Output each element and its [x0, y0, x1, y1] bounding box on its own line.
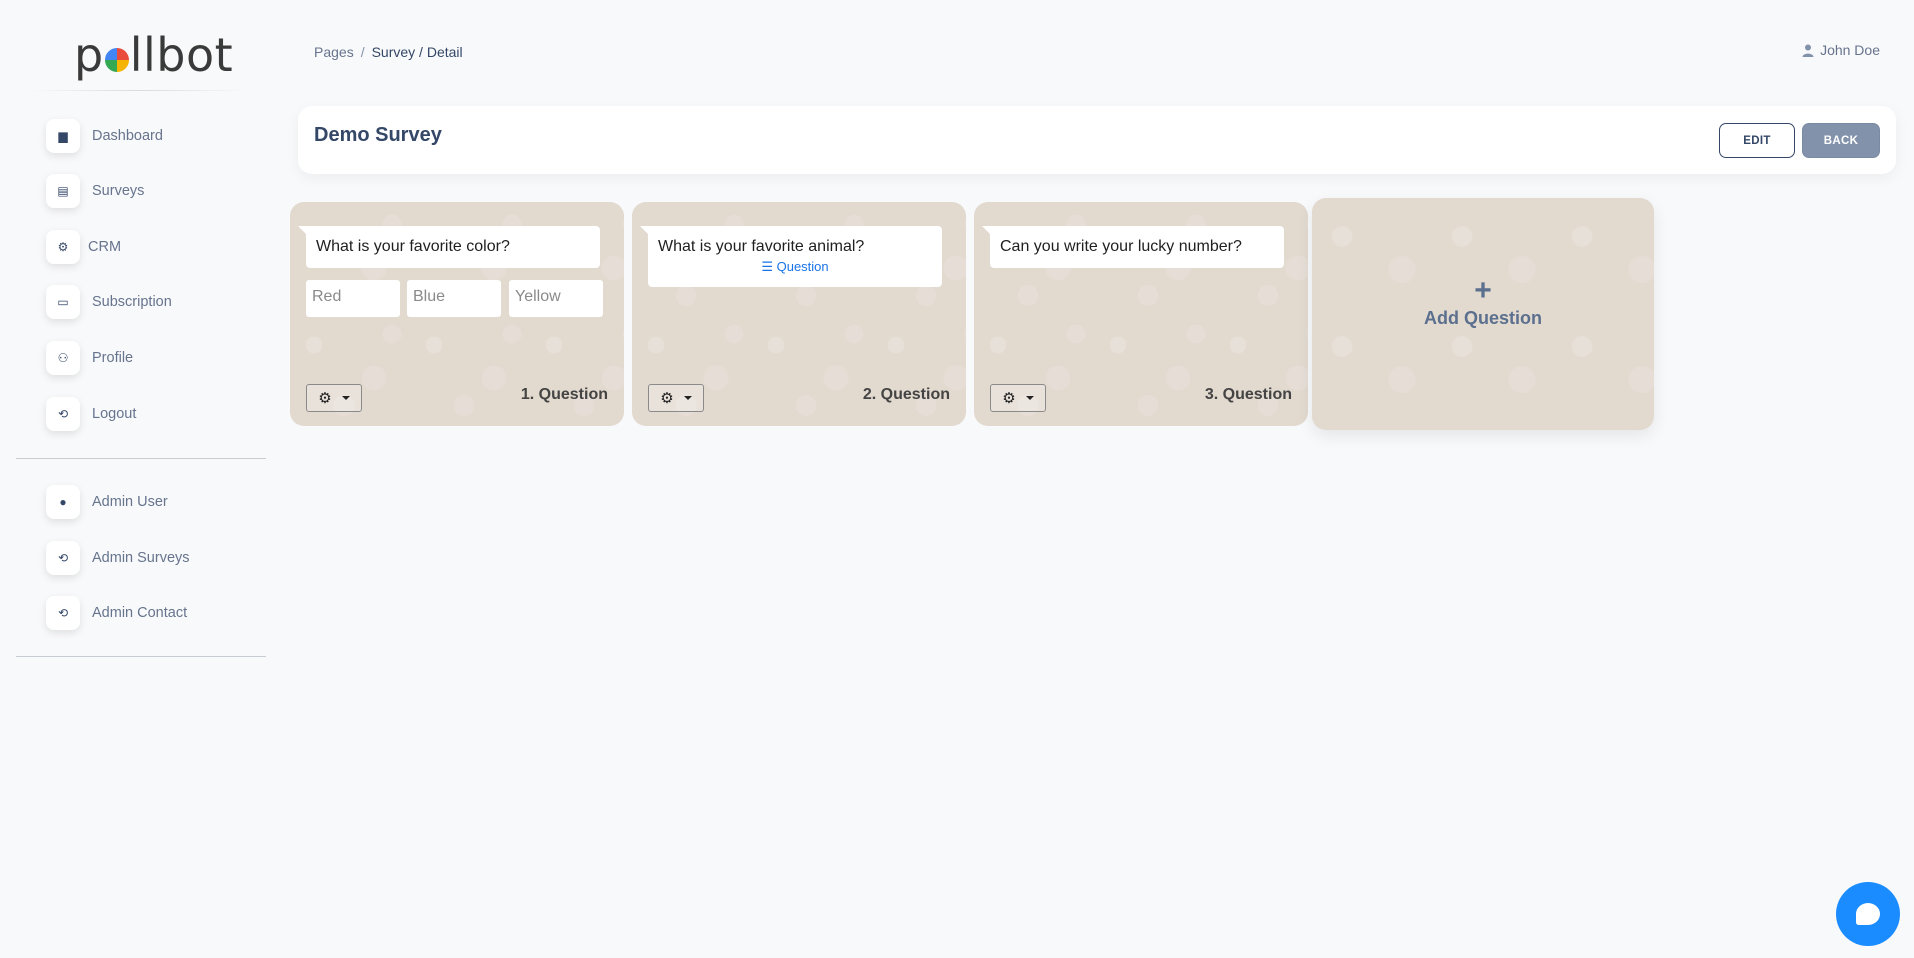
sidebar-item-label: Surveys	[92, 183, 145, 199]
caret-down-icon	[1025, 396, 1034, 400]
question-bubble: Can you write your lucky number?	[982, 226, 1284, 268]
chat-bubble-icon	[1856, 903, 1880, 925]
question-card[interactable]: Can you write your lucky number? ⚙ 3. Qu…	[974, 202, 1308, 426]
list-icon: ☰	[761, 259, 777, 274]
pollbot-logo[interactable]: p llbot	[74, 28, 234, 82]
user-settings-icon: ⚇	[46, 341, 80, 375]
back-button[interactable]: BACK	[1802, 123, 1880, 158]
question-type-link[interactable]: ☰ Question	[658, 259, 932, 275]
question-card[interactable]: What is your favorite animal? ☰ Question…	[632, 202, 966, 426]
question-text: What is your favorite color?	[316, 238, 510, 255]
survey-header-card: Demo Survey EDIT BACK	[298, 106, 1896, 174]
document-icon: ▤	[46, 174, 80, 208]
sidebar-item-label: Logout	[92, 406, 137, 422]
sidebar-item-label: Admin Surveys	[92, 550, 190, 566]
logo-text-start: p	[74, 28, 104, 82]
question-settings-dropdown[interactable]: ⚙	[306, 384, 362, 412]
sidebar-divider	[16, 656, 266, 657]
logout-icon: ⟲	[46, 541, 80, 575]
caret-down-icon	[683, 396, 692, 400]
user-icon	[1802, 44, 1814, 57]
sidebar-item-label: Admin Contact	[92, 605, 188, 621]
settings-icon: ⚙	[46, 230, 80, 264]
sidebar-item-label: Profile	[92, 350, 134, 366]
question-text: What is your favorite animal?	[658, 238, 865, 255]
question-number: 2. Question	[862, 386, 950, 403]
option-field[interactable]: Blue	[407, 280, 501, 317]
breadcrumb-current: Survey / Detail	[371, 44, 463, 60]
gear-icon: ⚙	[660, 390, 674, 407]
user-name: John Doe	[1820, 42, 1880, 58]
add-question-card[interactable]: + Add Question	[1312, 198, 1654, 430]
breadcrumb: Pages / Survey / Detail	[314, 44, 463, 60]
sidebar-item-label: Dashboard	[92, 128, 163, 144]
chat-widget-button[interactable]	[1836, 882, 1900, 946]
user-menu[interactable]: John Doe	[1802, 42, 1880, 58]
pie-chart-logo-icon	[104, 48, 129, 72]
question-settings-dropdown[interactable]: ⚙	[990, 384, 1046, 412]
sidebar-item-dashboard[interactable]: ▆ Dashboard	[46, 118, 163, 154]
gear-icon: ⚙	[1002, 390, 1016, 407]
question-bubble: What is your favorite color?	[298, 226, 600, 268]
question-text: Can you write your lucky number?	[1000, 238, 1242, 255]
question-settings-dropdown[interactable]: ⚙	[648, 384, 704, 412]
logout-icon: ⟲	[46, 397, 80, 431]
edit-button[interactable]: EDIT	[1719, 123, 1795, 158]
plus-icon: +	[1474, 274, 1492, 307]
shop-icon: ▆	[46, 119, 80, 153]
question-bubble: What is your favorite animal? ☰ Question	[640, 226, 942, 287]
option-field[interactable]: Red	[306, 280, 400, 317]
logo-divider	[30, 90, 248, 91]
page-title: Demo Survey	[314, 124, 442, 146]
add-question-label: Add Question	[1424, 308, 1542, 328]
sidebar-item-crm[interactable]: ⚙ CRM	[46, 229, 121, 265]
logout-icon: ⟲	[46, 596, 80, 630]
caret-down-icon	[341, 396, 350, 400]
sidebar-item-admin-surveys[interactable]: ⟲ Admin Surveys	[46, 540, 190, 576]
credit-card-icon: ▭	[46, 285, 80, 319]
logo-text-end: llbot	[129, 28, 234, 82]
sidebar-divider	[16, 458, 266, 459]
sidebar-item-surveys[interactable]: ▤ Surveys	[46, 173, 144, 209]
sidebar-item-subscription[interactable]: ▭ Subscription	[46, 284, 172, 320]
option-field[interactable]: Yellow	[509, 280, 603, 317]
sidebar-item-label: Admin User	[92, 494, 168, 510]
question-card[interactable]: What is your favorite color? Red Blue Ye…	[290, 202, 624, 426]
user-icon: ●	[46, 485, 80, 519]
gear-icon: ⚙	[318, 390, 332, 407]
breadcrumb-separator: /	[360, 44, 365, 60]
sidebar-item-label: Subscription	[92, 294, 172, 310]
sidebar-item-label: CRM	[88, 239, 122, 255]
sidebar-item-logout[interactable]: ⟲ Logout	[46, 396, 136, 432]
sidebar-item-admin-contact[interactable]: ⟲ Admin Contact	[46, 595, 187, 631]
sidebar-item-admin-user[interactable]: ● Admin User	[46, 484, 168, 520]
sidebar-item-profile[interactable]: ⚇ Profile	[46, 340, 133, 376]
breadcrumb-root[interactable]: Pages	[314, 44, 354, 60]
sidebar: p llbot ▆ Dashboard ▤ Surveys ⚙ CRM ▭ Sub…	[0, 0, 280, 958]
question-number: 1. Question	[520, 386, 608, 403]
question-number: 3. Question	[1204, 386, 1292, 403]
question-type-label: Question	[776, 259, 829, 274]
